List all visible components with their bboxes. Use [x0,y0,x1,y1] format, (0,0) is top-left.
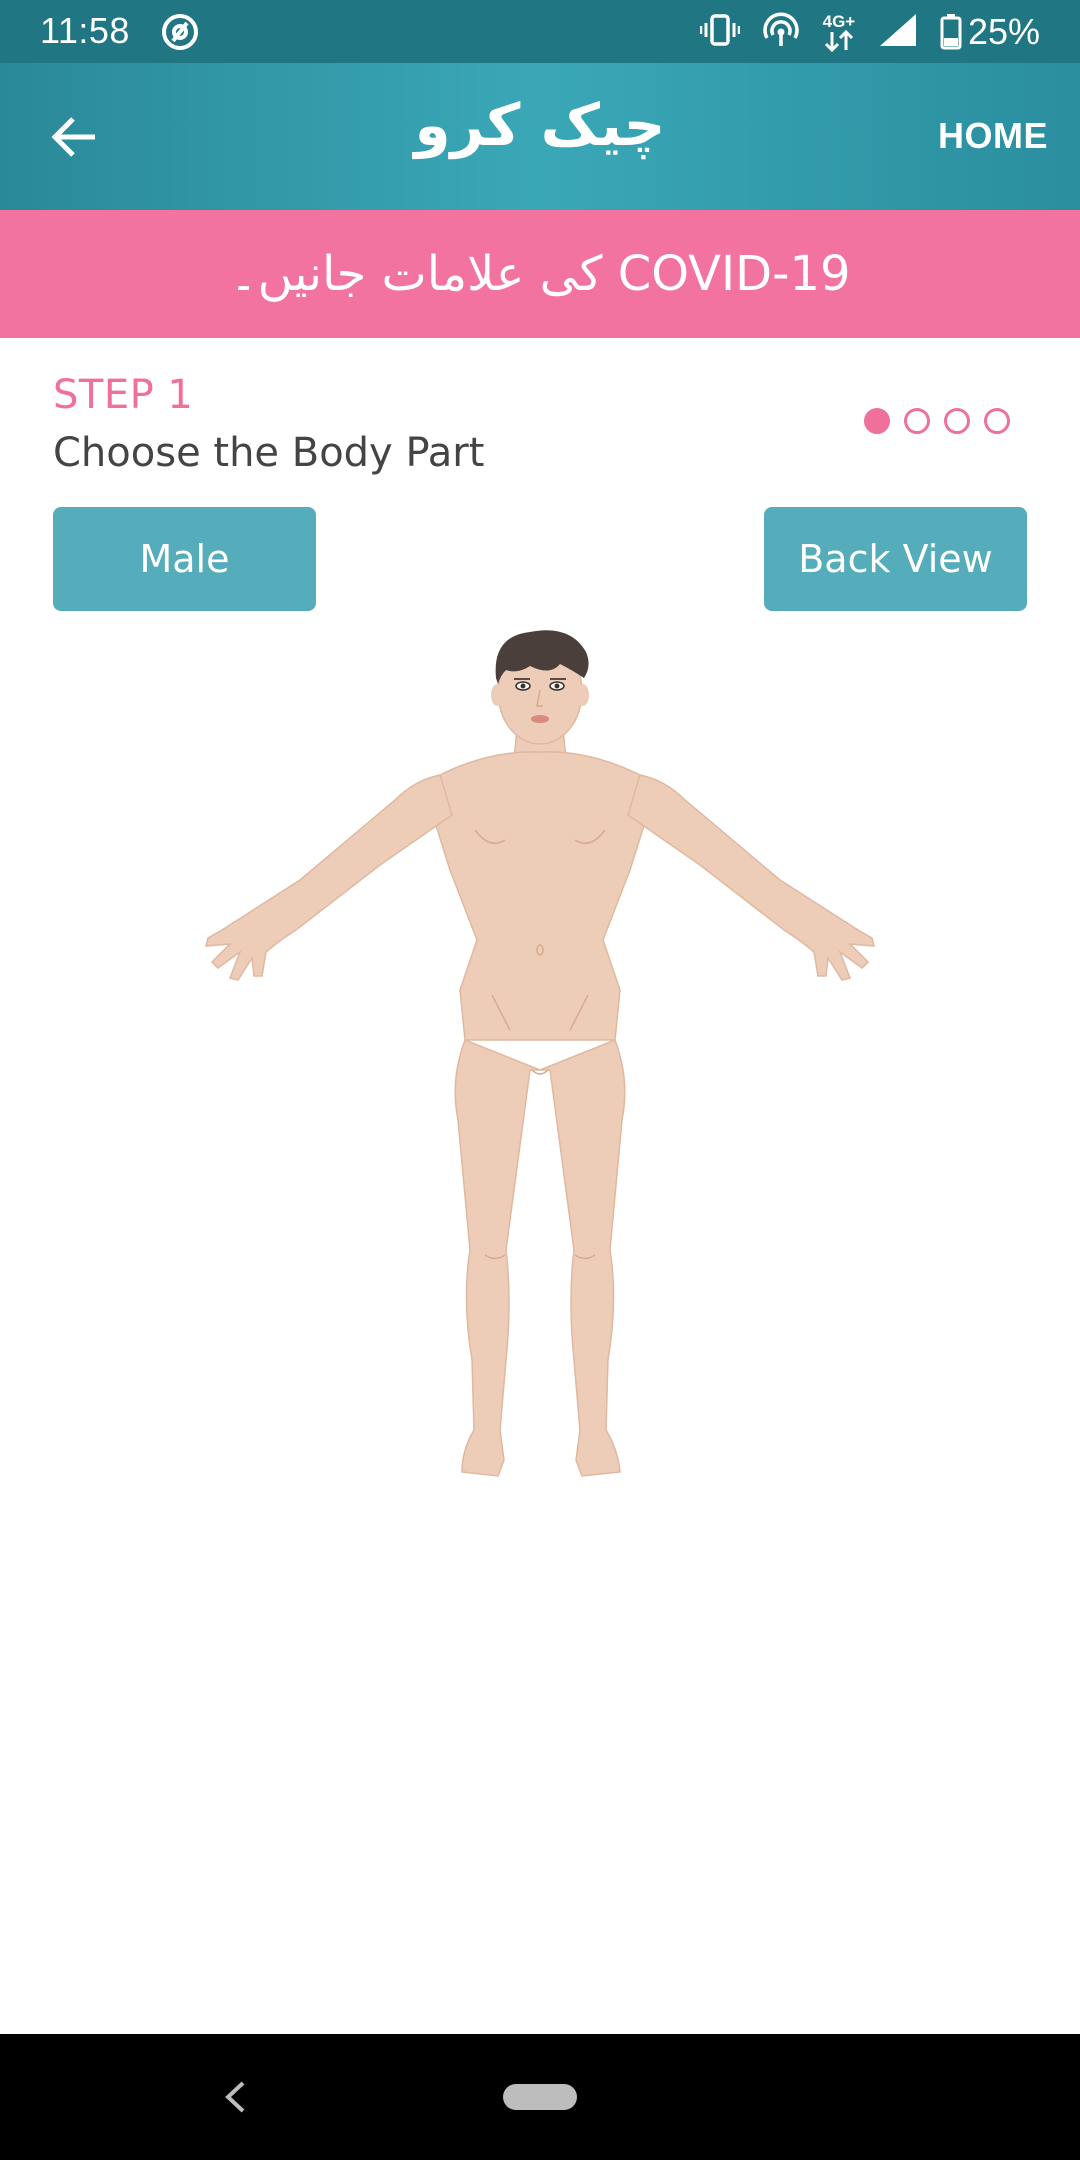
body-part-right-arm [627,774,875,981]
back-view-button[interactable]: Back View [764,507,1027,611]
step-dot-2 [904,408,930,434]
signal-icon [878,12,918,52]
nav-home-pill[interactable] [503,2084,577,2110]
human-body-front-figure [205,630,875,1477]
network-arrows-icon: 4G+ [822,13,856,52]
vibrate-icon [699,12,741,52]
covid-symptoms-banner[interactable]: COVID-19 کی علامات جانیں۔ [0,210,1080,338]
app-bar: چیک کرو HOME [0,63,1080,210]
battery-icon: 25% [940,11,1040,53]
chevron-left-icon [225,2081,245,2113]
home-button[interactable]: HOME [938,115,1048,157]
status-icons: 4G+ 25% [699,8,1040,56]
status-time: 11:58 [40,10,130,51]
step-label: STEP 1 [53,372,194,418]
nav-back-button[interactable] [215,2074,255,2120]
hotspot-icon [762,12,800,52]
screen: 11:58 4G+ 25% چیک کرو HOME COVID-19 کی ع… [0,0,1080,2160]
system-nav-bar [0,2034,1080,2160]
step-dot-4 [984,408,1010,434]
at-sign-icon [160,12,200,56]
battery-percent: 25% [967,11,1040,52]
body-part-torso [427,751,653,1041]
body-part-left-arm [205,774,453,981]
step-dot-3 [944,408,970,434]
banner-text: COVID-19 کی علامات جانیں۔ [229,246,851,302]
step-indicator [864,408,1010,434]
gender-toggle-button[interactable]: Male [53,507,316,611]
status-bar: 11:58 4G+ 25% [0,0,1080,63]
step-subtitle: Choose the Body Part [53,430,485,476]
app-title: چیک کرو [414,91,666,159]
body-figure[interactable] [200,600,880,1500]
network-type: 4G+ [822,11,856,31]
step-dot-1 [864,408,890,434]
